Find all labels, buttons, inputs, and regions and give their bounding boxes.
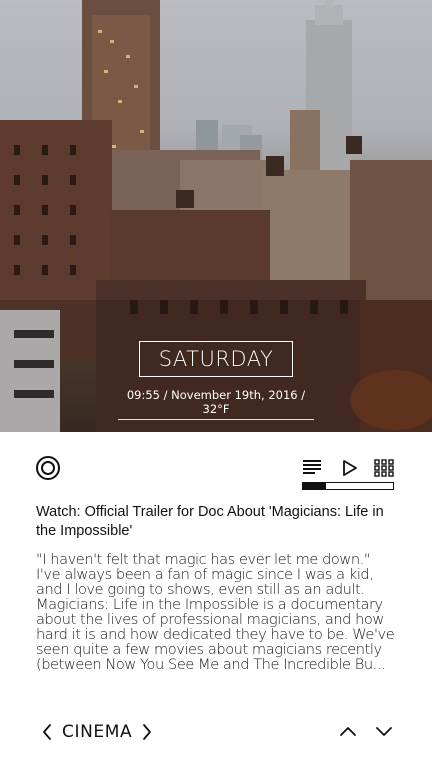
date-time-weather: 09:55 / November 19th, 2016 / 32°F (118, 388, 314, 420)
play-button[interactable] (340, 459, 360, 477)
chevron-left-icon (43, 724, 51, 740)
article-title[interactable]: Watch: Official Trailer for Doc About 'M… (36, 503, 396, 541)
progress-fill (303, 483, 327, 489)
lines-icon (303, 460, 321, 474)
play-icon (343, 460, 357, 476)
previous-article-button[interactable] (338, 723, 358, 739)
circle-icon (41, 461, 55, 475)
record-button[interactable] (36, 456, 60, 480)
grid-view-button[interactable] (374, 459, 394, 477)
chevron-right-icon (143, 724, 152, 740)
chevron-up-icon (340, 727, 356, 736)
next-article-button[interactable] (374, 723, 394, 739)
grid-icon (374, 459, 394, 477)
prev-section-button[interactable] (40, 722, 54, 742)
section-label: CINEMA (62, 722, 133, 742)
section-nav: CINEMA (40, 720, 154, 744)
chevron-down-icon (376, 727, 392, 736)
next-section-button[interactable] (140, 722, 154, 742)
article-body: "I haven't felt that magic has ever let … (36, 551, 395, 673)
hero-image: SATURDAY 09:55 / November 19th, 2016 / 3… (0, 0, 432, 432)
playback-progress-bar[interactable] (302, 482, 394, 490)
day-label: SATURDAY (139, 341, 293, 377)
list-view-button[interactable] (303, 459, 323, 477)
